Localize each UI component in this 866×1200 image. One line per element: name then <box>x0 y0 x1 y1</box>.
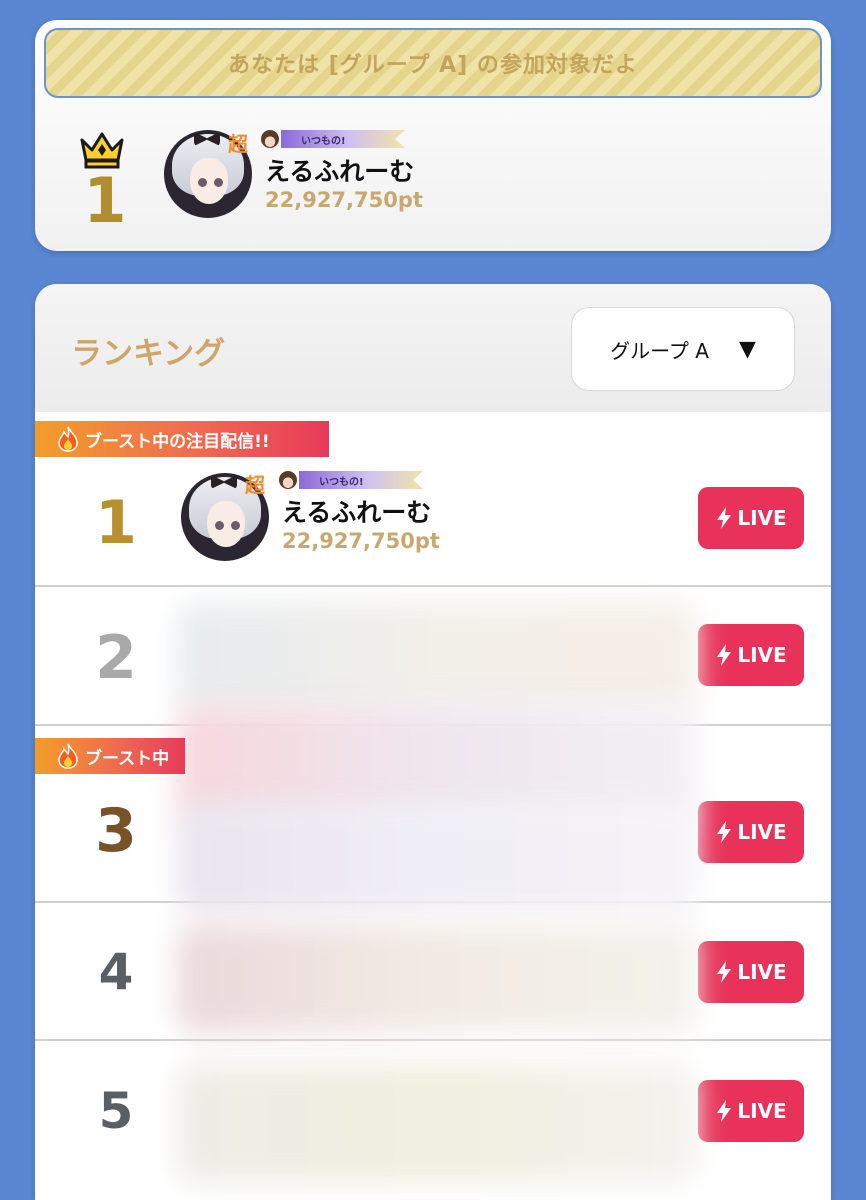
my-rank-number: 1 <box>83 164 127 237</box>
boost-tag: ブースト中の注目配信!! <box>35 421 329 457</box>
blurred-content <box>177 804 697 914</box>
my-points: 22,927,750pt <box>265 188 423 212</box>
live-button[interactable]: LIVE <box>698 801 804 863</box>
group-eligibility-text: あなたは [グループ A] の参加対象だよ <box>228 53 638 78</box>
live-button[interactable]: LIVE <box>698 487 804 549</box>
super-badge: 超 <box>228 132 248 156</box>
supporter-ribbon: いつもの! <box>281 130 405 148</box>
live-button[interactable]: LIVE <box>698 1080 804 1142</box>
bolt-icon <box>717 507 732 529</box>
ranking-row-1[interactable]: 1 超 いつもの! えるふれーむ 22,927,750pt LIVE <box>35 449 831 587</box>
supporter-ribbon: いつもの! <box>299 471 423 489</box>
live-button[interactable]: LIVE <box>698 941 804 1003</box>
live-label: LIVE <box>737 960 787 984</box>
ranking-header: ランキング グループ A ▼ <box>35 284 831 412</box>
streamer-name: えるふれーむ <box>282 498 432 527</box>
bolt-icon <box>717 644 732 666</box>
live-label: LIVE <box>737 643 787 667</box>
live-label: LIVE <box>737 820 787 844</box>
blurred-content <box>177 924 697 1034</box>
bolt-icon <box>717 961 732 983</box>
my-name: えるふれーむ <box>265 157 415 186</box>
supporter-mini-avatar <box>279 471 297 489</box>
supporter-mini-avatar <box>261 130 279 148</box>
group-select-value: グループ A <box>610 338 709 363</box>
dropdown-arrow-icon: ▼ <box>738 336 756 362</box>
live-label: LIVE <box>737 1099 787 1123</box>
flame-icon <box>58 426 78 452</box>
supporter-ribbon-label: いつもの! <box>301 135 346 147</box>
blurred-content <box>177 1064 697 1184</box>
flame-icon <box>58 743 78 769</box>
rank-number: 5 <box>98 1082 134 1140</box>
super-badge: 超 <box>245 473 265 497</box>
boost-tag-label: ブースト中の注目配信!! <box>85 431 270 452</box>
rank-number: 3 <box>95 796 137 866</box>
blurred-content <box>177 602 697 712</box>
group-eligibility-banner: あなたは [グループ A] の参加対象だよ <box>44 28 822 98</box>
boost-tag-label: ブースト中 <box>85 748 170 769</box>
boost-tag: ブースト中 <box>35 738 185 774</box>
ranking-card: ランキング グループ A ▼ 1 超 いつもの! えるふれーむ 22,927,7… <box>35 284 831 1200</box>
streamer-points: 22,927,750pt <box>282 529 440 553</box>
live-button[interactable]: LIVE <box>698 624 804 686</box>
group-select-dropdown[interactable]: グループ A ▼ <box>571 307 795 391</box>
rank-number: 2 <box>95 623 137 693</box>
bolt-icon <box>717 1100 732 1122</box>
rank-number: 1 <box>95 488 137 558</box>
supporter-ribbon-label: いつもの! <box>319 476 364 488</box>
live-label: LIVE <box>737 506 787 530</box>
ranking-title: ランキング <box>71 336 226 372</box>
my-status-card: あなたは [グループ A] の参加対象だよ 1 超 いつもの! えるふれーむ 2… <box>35 20 831 251</box>
rank-number: 4 <box>98 943 134 1001</box>
bolt-icon <box>717 821 732 843</box>
